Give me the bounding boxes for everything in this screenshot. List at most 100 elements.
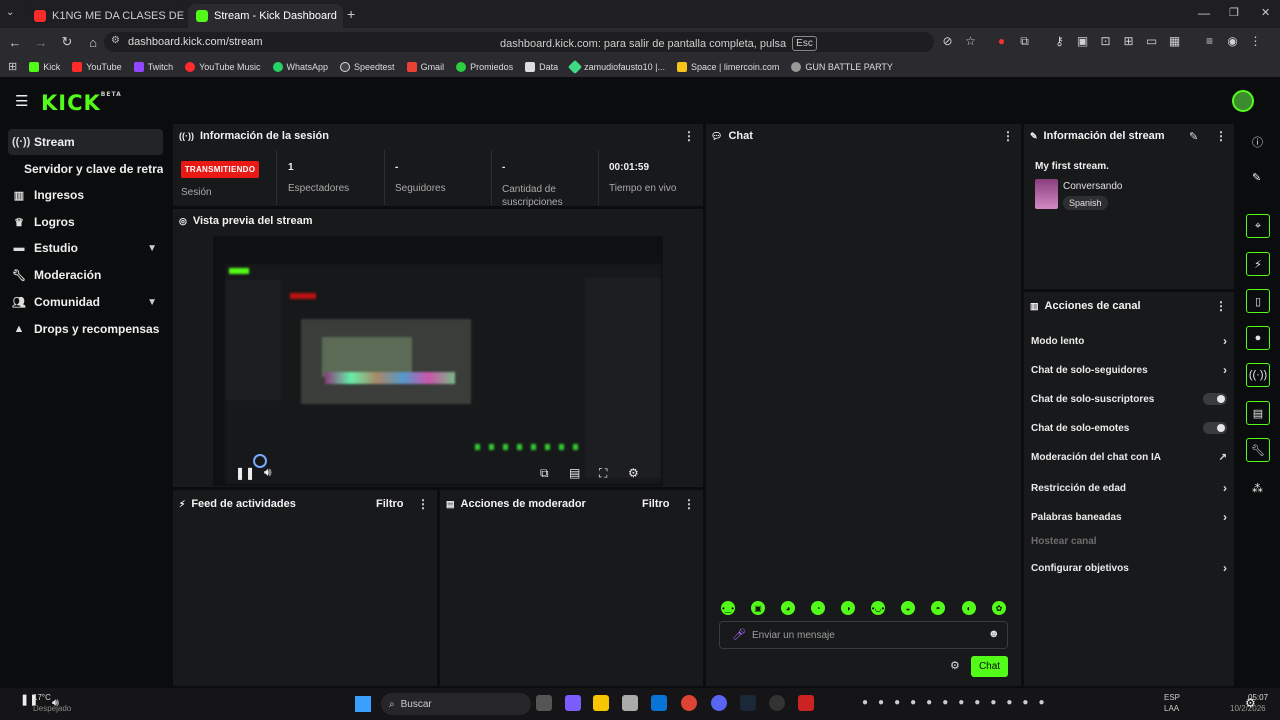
home-icon[interactable]: ⌂: [80, 35, 106, 50]
forward-icon[interactable]: →: [28, 35, 54, 50]
browser-menu-icon[interactable]: ⋮: [1244, 34, 1267, 49]
eye-off-icon[interactable]: ⊘: [936, 34, 959, 48]
sidebar-item-drops[interactable]: ▲ Drops y recompensas: [8, 316, 163, 342]
taskbar-search[interactable]: ⌕ Buscar: [381, 693, 531, 715]
bookmark-item[interactable]: Kick: [29, 61, 60, 72]
wrench-icon[interactable]: 🔧︎: [1246, 438, 1270, 462]
apps-icon[interactable]: ⁂: [1252, 482, 1263, 495]
bolt-icon[interactable]: ⚡︎: [1246, 252, 1270, 276]
emote-icon[interactable]: •◡•: [871, 601, 885, 615]
panel-menu-icon[interactable]: ⋮: [1002, 129, 1014, 143]
action-banned-words[interactable]: Palabras baneadas ›: [1031, 510, 1227, 524]
document-icon[interactable]: ▯: [1246, 289, 1270, 313]
bookmark-item[interactable]: Gmail: [406, 61, 444, 72]
pip-icon[interactable]: ⧉: [540, 466, 549, 481]
bookmark-item[interactable]: Space | limercoin.com: [677, 61, 779, 72]
toggle-switch[interactable]: [1203, 422, 1227, 434]
bookmark-item[interactable]: GUN BATTLE PARTY: [791, 61, 893, 72]
filter-button[interactable]: Filtro: [376, 498, 404, 510]
edit-pencil-icon[interactable]: ✎: [1189, 130, 1198, 143]
emote-icon[interactable]: ◓: [931, 601, 945, 615]
sidebar-item-moderacion[interactable]: 🔧︎ Moderación: [8, 262, 163, 288]
sidebar-item-stream[interactable]: ((·)) Stream: [8, 129, 163, 155]
avatar[interactable]: [1232, 90, 1254, 112]
theater-mode-icon[interactable]: ▤: [569, 466, 580, 480]
sidebar-item-ingresos[interactable]: ▥ Ingresos: [8, 182, 163, 208]
emote-icon[interactable]: ◒: [901, 601, 915, 615]
back-icon[interactable]: ←: [2, 35, 28, 50]
action-slow-mode[interactable]: Modo lento ›: [1031, 334, 1227, 348]
bookmark-item[interactable]: YouTube: [72, 61, 122, 72]
grid-icon[interactable]: ▦: [1163, 34, 1186, 49]
chrome-icon[interactable]: [681, 695, 697, 711]
emote-icon[interactable]: ◕: [781, 601, 795, 615]
profile-icon[interactable]: ◉: [1221, 34, 1244, 49]
reading-list-icon[interactable]: ≡: [1198, 34, 1221, 49]
fullscreen-icon[interactable]: ⛶: [599, 466, 607, 481]
menu-hamburger-icon[interactable]: ☰: [15, 92, 28, 110]
action-followers-only[interactable]: Chat de solo-seguidores ›: [1031, 363, 1227, 377]
app-icon[interactable]: [565, 695, 581, 711]
emoji-icon[interactable]: ☻: [988, 628, 1000, 640]
sidebar-item-estudio[interactable]: ▬ Estudio ▼: [8, 235, 163, 261]
system-tray-icons[interactable]: ●●●●●●●●●●●●: [862, 697, 1054, 708]
info-icon[interactable]: ⓘ: [1252, 134, 1263, 150]
bookmark-item[interactable]: YouTube Music: [185, 61, 261, 72]
action-ai-moderation[interactable]: Moderación del chat con IA ↗: [1031, 452, 1227, 463]
emote-icon[interactable]: ▣: [751, 601, 765, 615]
language-indicator[interactable]: ESP: [1164, 693, 1180, 702]
chat-send-button[interactable]: Chat: [971, 656, 1008, 677]
sidebar-item-server-key[interactable]: Servidor y clave de retransmisión: [8, 156, 163, 182]
panel-menu-icon[interactable]: ⋮: [683, 129, 695, 143]
panel-menu-icon[interactable]: ⋮: [1215, 129, 1227, 143]
bookmark-star-icon[interactable]: ☆: [959, 34, 982, 48]
filter-button[interactable]: Filtro: [642, 498, 670, 510]
steam-icon[interactable]: [740, 695, 756, 711]
emote-icon[interactable]: ✿: [992, 601, 1006, 615]
broadcast-icon[interactable]: ((·)): [1246, 363, 1270, 387]
reload-icon[interactable]: ↻: [54, 34, 80, 50]
apps-grid-icon[interactable]: ⊞: [8, 60, 17, 73]
settings-gear-icon[interactable]: ⚙: [1245, 696, 1256, 710]
panel-menu-icon[interactable]: ⋮: [1215, 299, 1227, 313]
bookmark-item[interactable]: Twitch: [133, 61, 173, 72]
emote-icon[interactable]: ◑: [841, 601, 855, 615]
app-icon[interactable]: [798, 695, 814, 711]
sidebar-item-comunidad[interactable]: 👥︎ Comunidad ▼: [8, 289, 163, 315]
translate-icon[interactable]: ⊞: [1117, 34, 1140, 49]
close-window-icon[interactable]: ✕: [1261, 6, 1270, 19]
new-tab-icon[interactable]: +: [347, 6, 355, 22]
volume-icon[interactable]: 🔊︎: [264, 465, 272, 480]
chat-bubble-icon[interactable]: ●: [1246, 326, 1270, 350]
action-age-restriction[interactable]: Restricción de edad ›: [1031, 481, 1227, 495]
layout-icon[interactable]: ▤: [1246, 401, 1270, 425]
maximize-icon[interactable]: ❐: [1229, 6, 1239, 19]
microphone-icon[interactable]: 🎤︎: [732, 628, 746, 641]
site-info-icon[interactable]: ⚙: [111, 35, 120, 46]
browser-tab-kick[interactable]: Stream - Kick Dashboard 🔈 ✕: [188, 4, 343, 28]
minimize-icon[interactable]: —: [1198, 6, 1210, 20]
tab-search-icon[interactable]: ⌄: [6, 7, 14, 18]
chat-message-input[interactable]: 🎤︎ Enviar un mensaje ☻: [719, 621, 1008, 649]
extension-icon[interactable]: ▣: [1071, 34, 1094, 49]
settings-gear-icon[interactable]: ⚙: [628, 466, 639, 480]
file-explorer-icon[interactable]: [593, 695, 609, 711]
emote-icon[interactable]: ◔: [811, 601, 825, 615]
bookmark-item[interactable]: Speedtest: [340, 61, 395, 72]
app-icon[interactable]: [769, 695, 785, 711]
panel-menu-icon[interactable]: ⋮: [417, 497, 429, 511]
discord-icon[interactable]: [711, 695, 727, 711]
action-configure-goals[interactable]: Configurar objetivos ›: [1031, 561, 1227, 575]
focus-target-icon[interactable]: ⌖: [1246, 214, 1270, 238]
task-view-icon[interactable]: [536, 695, 552, 711]
toggle-switch[interactable]: [1203, 393, 1227, 405]
kick-logo[interactable]: KICKBETA: [41, 91, 122, 115]
bookmark-item[interactable]: WhatsApp: [272, 61, 328, 72]
emote-icon[interactable]: •‿•: [721, 601, 735, 615]
panel-menu-icon[interactable]: ⋮: [683, 497, 695, 511]
video-player[interactable]: [213, 236, 663, 486]
cast-icon[interactable]: ▭: [1140, 34, 1163, 49]
extension-red-icon[interactable]: ●: [990, 34, 1013, 49]
bookmark-item[interactable]: zamudiofausto10 |...: [568, 59, 665, 74]
edit-icon[interactable]: ✎: [1252, 171, 1261, 184]
